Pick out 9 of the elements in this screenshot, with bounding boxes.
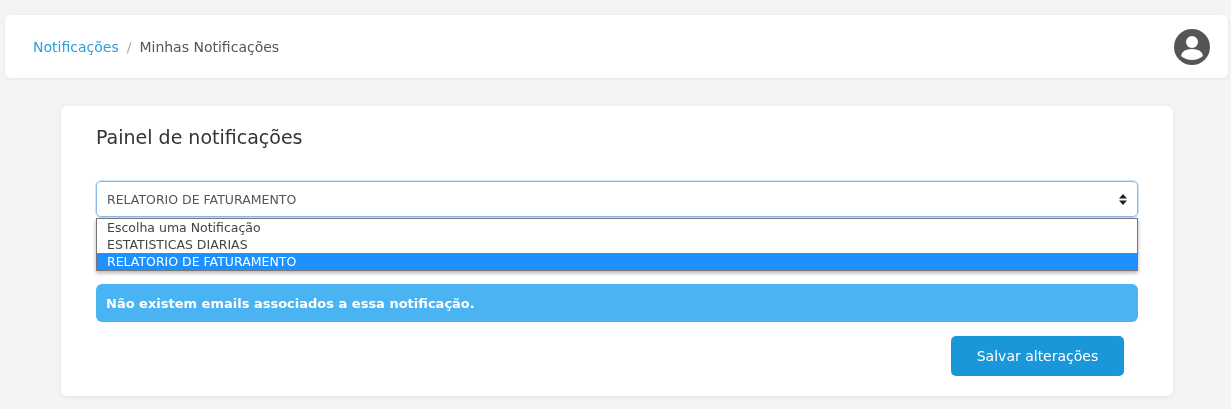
panel-title: Painel de notificações <box>96 126 304 150</box>
user-avatar-icon[interactable] <box>1174 28 1210 65</box>
dropdown-option[interactable]: ESTATISTICAS DIARIAS <box>97 236 1137 253</box>
info-alert: Não existem emails associados a essa notificação. <box>96 284 1138 322</box>
sort-caret-icon <box>1119 193 1127 205</box>
notification-select[interactable]: RELATORIO DE FATURAMENTO <box>96 181 1138 217</box>
dropdown-option[interactable]: Escolha uma Notificação <box>97 219 1137 236</box>
breadcrumb-current: Minhas Notificações <box>139 38 280 55</box>
breadcrumb-separator: / <box>126 38 132 55</box>
